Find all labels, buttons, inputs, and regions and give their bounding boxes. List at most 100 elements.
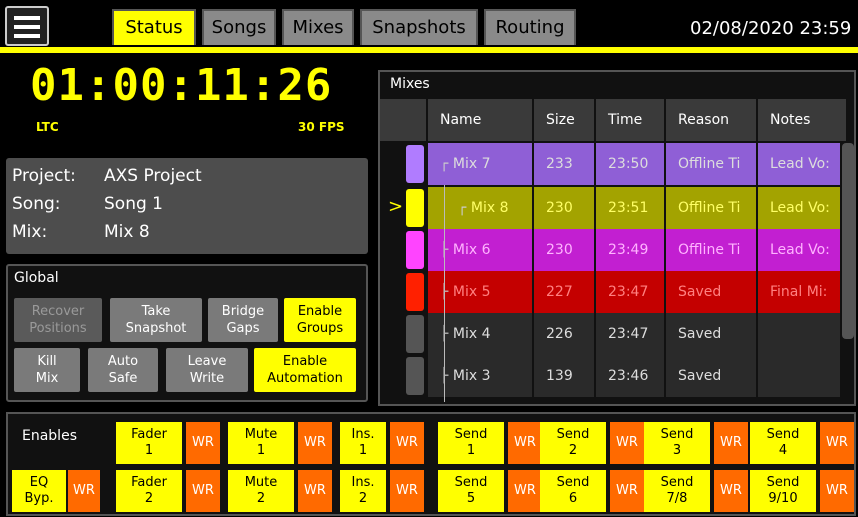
ins-1-enable-button[interactable]: Ins. 1 — [340, 422, 386, 464]
enable-automation-button[interactable]: Enable Automation — [254, 348, 356, 392]
mix-name: ├ Mix 5 — [426, 271, 532, 313]
send-7-8-enable-button[interactable]: Send 7/8 — [644, 470, 710, 512]
column-notes[interactable]: Notes — [756, 99, 842, 141]
mix-size: 233 — [532, 143, 594, 185]
mix-color-swatch — [406, 145, 424, 183]
song-label: Song: — [12, 194, 61, 214]
mix-time: 23:47 — [594, 271, 664, 313]
mix-name: ├ Mix 4 — [426, 313, 532, 355]
mix-color-swatch — [406, 273, 424, 311]
mix-name: ├ Mix 6 — [426, 229, 532, 271]
send-5-enable-button[interactable]: Send 5 — [438, 470, 504, 512]
send-6-write-button[interactable]: WR — [610, 470, 644, 512]
send-1-enable-button[interactable]: Send 1 — [438, 422, 504, 464]
timecode-fps: 30 FPS — [298, 120, 345, 134]
project-value: AXS Project — [104, 166, 202, 186]
send-4-enable-button[interactable]: Send 4 — [750, 422, 816, 464]
mute-2-write-button[interactable]: WR — [298, 470, 332, 512]
mix-size: 227 — [532, 271, 594, 313]
kill-mix-button[interactable]: Kill Mix — [14, 348, 80, 392]
ins-2-enable-button[interactable]: Ins. 2 — [340, 470, 386, 512]
timecode-display: 01:00:11:26 — [30, 60, 333, 111]
mix-reason: Saved — [664, 355, 756, 397]
mix-notes: Lead Vo: — [756, 143, 840, 185]
mix-time: 23:50 — [594, 143, 664, 185]
hamburger-menu-icon[interactable] — [5, 6, 49, 46]
mix-color-swatch — [406, 357, 424, 395]
mix-time: 23:51 — [594, 187, 664, 229]
tab-status[interactable]: Status — [112, 9, 196, 45]
mix-notes — [756, 355, 840, 397]
enables-title: Enables — [22, 428, 77, 444]
ins-2-write-button[interactable]: WR — [390, 470, 424, 512]
auto-safe-button[interactable]: Auto Safe — [88, 348, 158, 392]
timecode-source: LTC — [36, 120, 59, 134]
leave-write-button[interactable]: Leave Write — [166, 348, 248, 392]
mix-reason: Offline Ti — [664, 143, 756, 185]
send-6-enable-button[interactable]: Send 6 — [540, 470, 606, 512]
mix-time: 23:49 — [594, 229, 664, 271]
mix-value: Mix 8 — [104, 222, 150, 242]
eq-bypass-write-button[interactable]: WR — [68, 470, 100, 512]
mute-1-write-button[interactable]: WR — [298, 422, 332, 464]
fader-2-enable-button[interactable]: Fader 2 — [116, 470, 182, 512]
send-5-write-button[interactable]: WR — [508, 470, 542, 512]
date-time: 02/08/2020 23:59 — [690, 18, 852, 39]
mix-size: 226 — [532, 313, 594, 355]
recover-positions-button[interactable]: Recover Positions — [14, 298, 102, 342]
mix-name: ┌ Mix 7 — [426, 143, 532, 185]
mix-notes: Lead Vo: — [756, 229, 840, 271]
current-mix-marker: > — [388, 196, 404, 217]
mute-2-enable-button[interactable]: Mute 2 — [228, 470, 294, 512]
mix-size: 230 — [532, 187, 594, 229]
mix-color-swatch — [406, 189, 424, 227]
mix-size: 230 — [532, 229, 594, 271]
mix-name: ┌ Mix 8 — [426, 187, 532, 229]
tab-songs[interactable]: Songs — [202, 9, 276, 45]
mix-reason: Saved — [664, 313, 756, 355]
take-snapshot-button[interactable]: Take Snapshot — [110, 298, 202, 342]
fader-1-enable-button[interactable]: Fader 1 — [116, 422, 182, 464]
mix-time: 23:47 — [594, 313, 664, 355]
send-1-write-button[interactable]: WR — [508, 422, 542, 464]
column-name[interactable]: Name — [426, 99, 532, 141]
mix-reason: Saved — [664, 271, 756, 313]
column-time[interactable]: Time — [594, 99, 664, 141]
bridge-gaps-button[interactable]: Bridge Gaps — [208, 298, 278, 342]
send-3-write-button[interactable]: WR — [714, 422, 748, 464]
send-2-write-button[interactable]: WR — [610, 422, 644, 464]
project-label: Project: — [12, 166, 76, 186]
mix-size: 139 — [532, 355, 594, 397]
send-4-write-button[interactable]: WR — [820, 422, 854, 464]
column-size[interactable]: Size — [532, 99, 594, 141]
mix-notes — [756, 313, 840, 355]
mix-notes: Final Mi: — [756, 271, 840, 313]
eq-bypass-enable-button[interactable]: EQ Byp. — [12, 470, 66, 512]
mixes-scrollbar[interactable] — [842, 143, 854, 339]
mix-color-swatch — [406, 315, 424, 353]
mix-reason: Offline Ti — [664, 187, 756, 229]
send-2-enable-button[interactable]: Send 2 — [540, 422, 606, 464]
fader-2-write-button[interactable]: WR — [186, 470, 220, 512]
global-title: Global — [14, 270, 59, 286]
column-reason[interactable]: Reason — [664, 99, 756, 141]
mute-1-enable-button[interactable]: Mute 1 — [228, 422, 294, 464]
tab-mixes[interactable]: Mixes — [282, 9, 354, 45]
mix-reason: Offline Ti — [664, 229, 756, 271]
mixes-title: Mixes — [390, 76, 430, 92]
tab-underline — [0, 47, 858, 53]
send-9-10-write-button[interactable]: WR — [820, 470, 854, 512]
tab-routing[interactable]: Routing — [484, 9, 576, 45]
ins-1-write-button[interactable]: WR — [390, 422, 424, 464]
mix-time: 23:46 — [594, 355, 664, 397]
mix-label: Mix: — [12, 222, 48, 242]
mix-name: ├ Mix 3 — [426, 355, 532, 397]
mix-color-swatch — [406, 231, 424, 269]
fader-1-write-button[interactable]: WR — [186, 422, 220, 464]
tab-snapshots[interactable]: Snapshots — [360, 9, 478, 45]
send-7-8-write-button[interactable]: WR — [714, 470, 748, 512]
send-3-enable-button[interactable]: Send 3 — [644, 422, 710, 464]
send-9-10-enable-button[interactable]: Send 9/10 — [750, 470, 816, 512]
enable-groups-button[interactable]: Enable Groups — [284, 298, 356, 342]
mix-tree-line — [444, 185, 445, 402]
